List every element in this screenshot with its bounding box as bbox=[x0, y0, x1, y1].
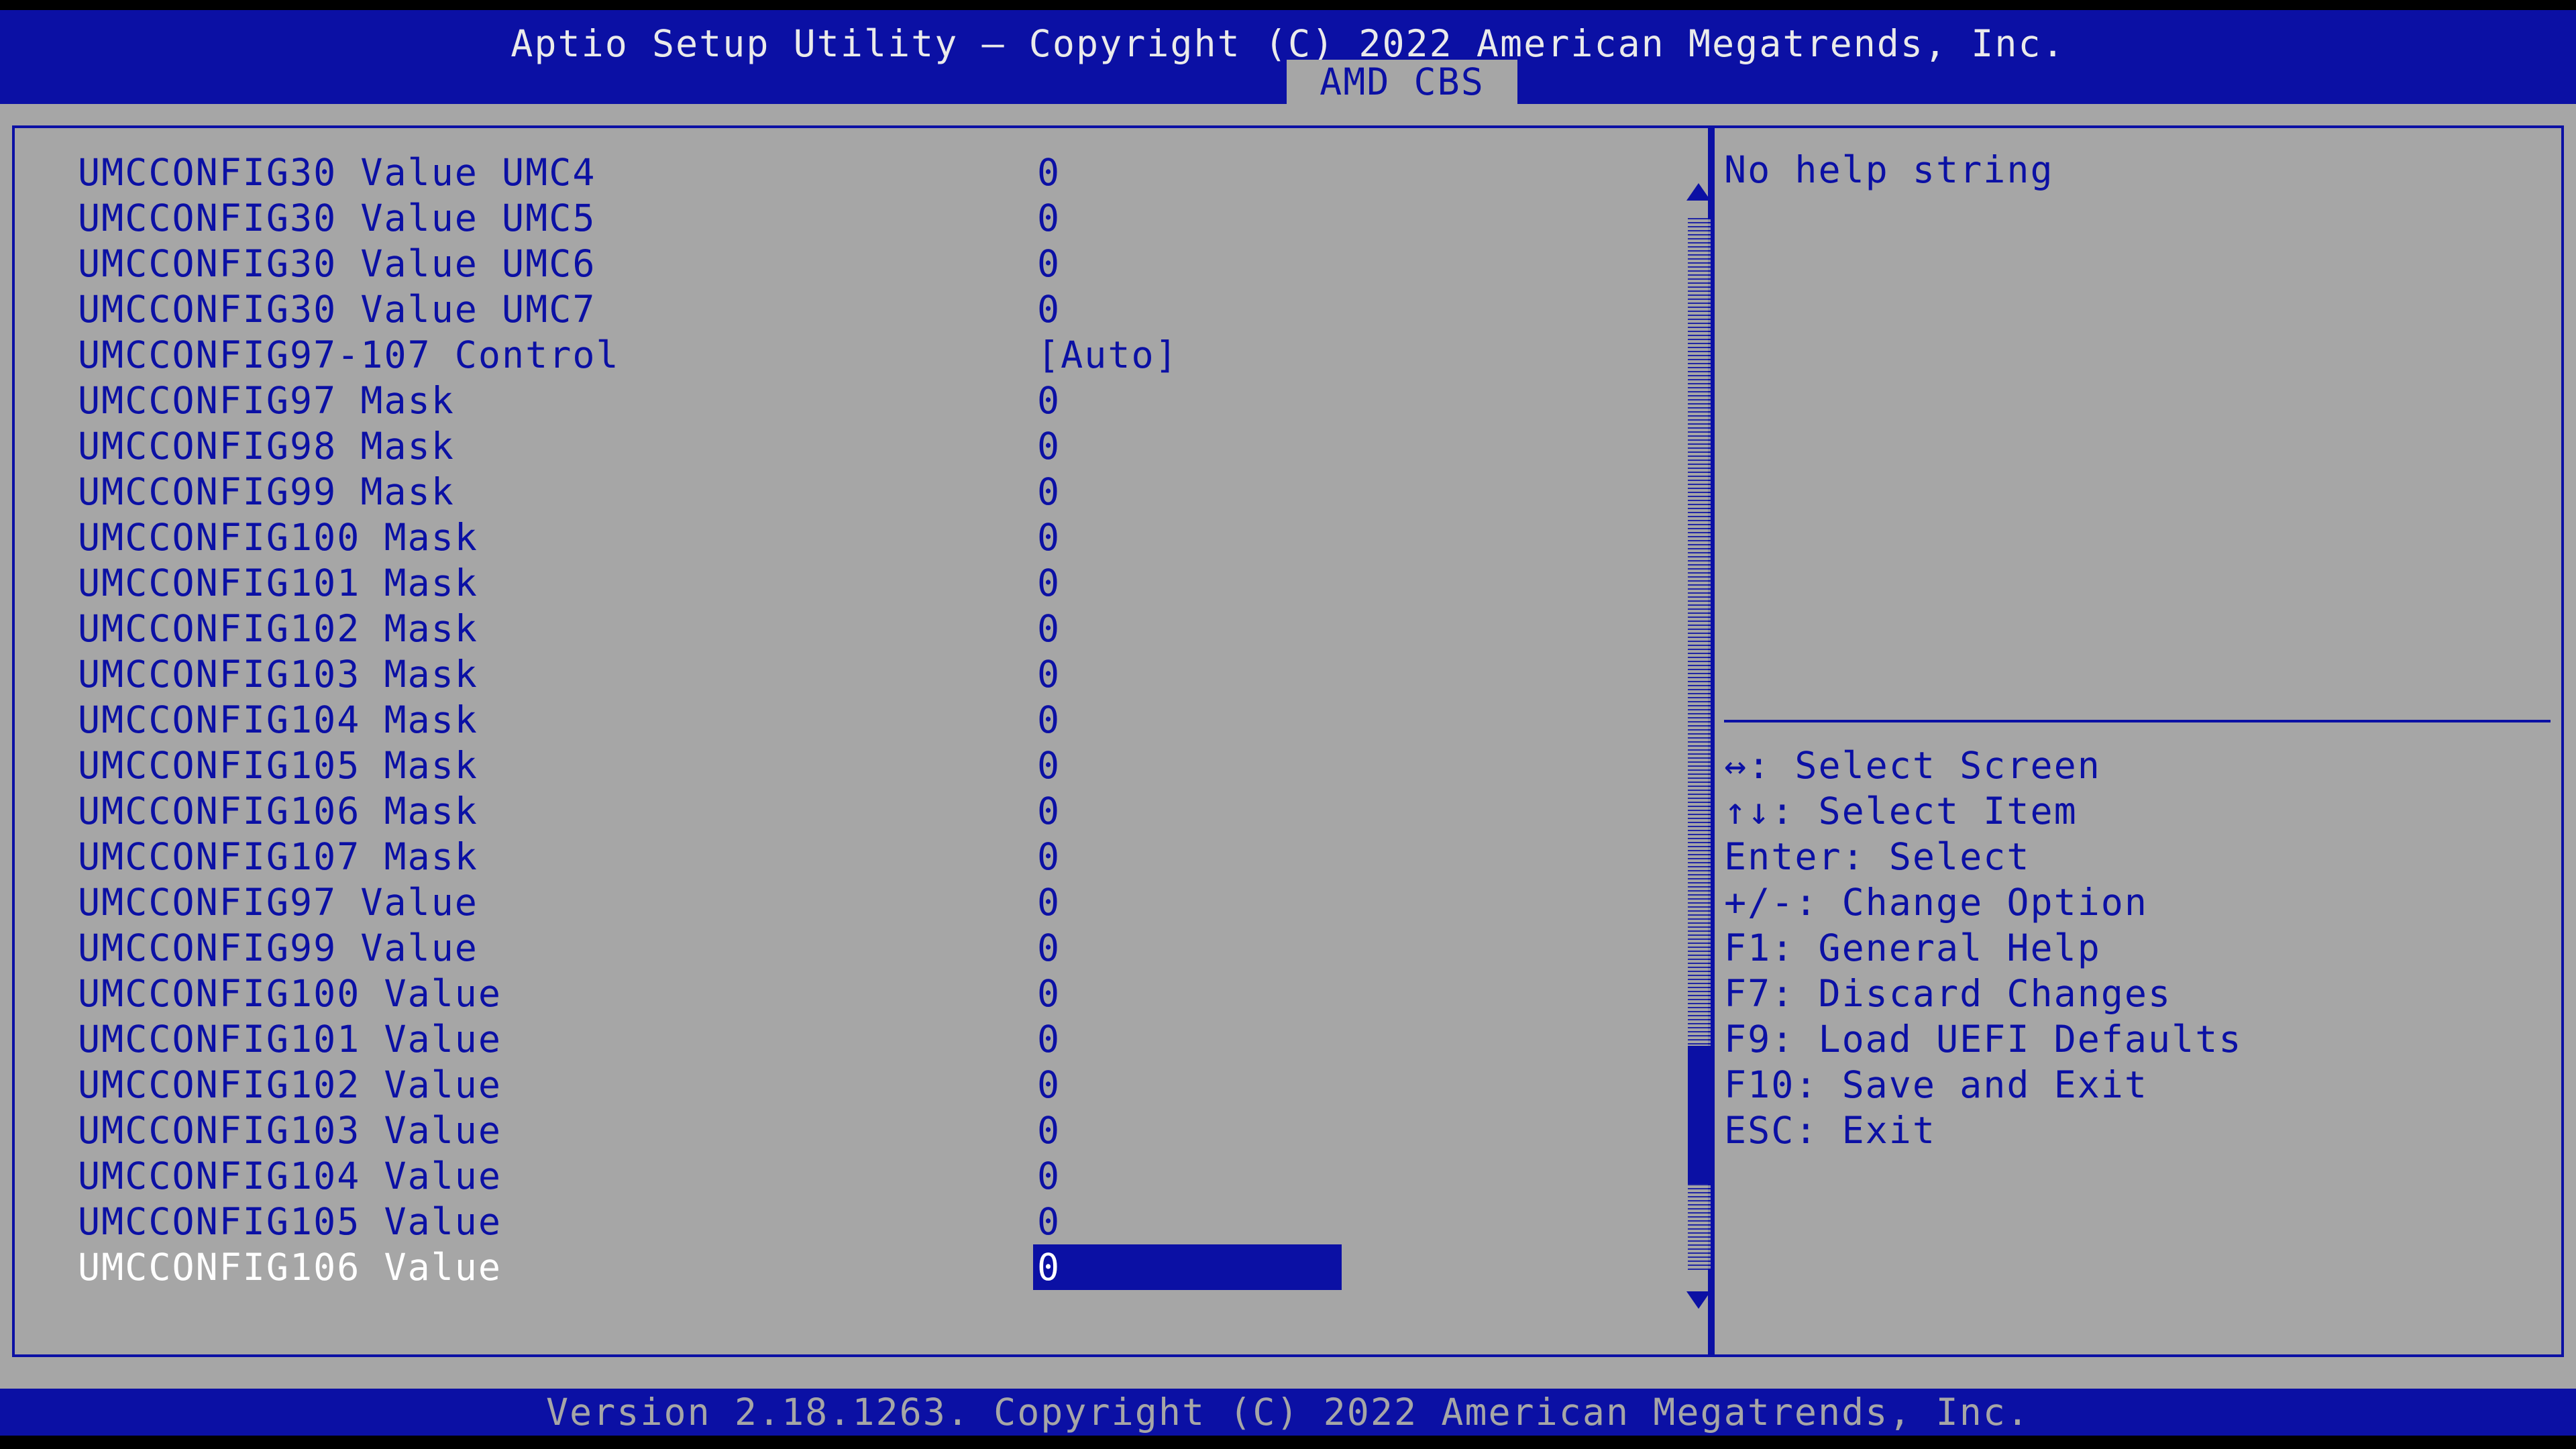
setting-label: UMCCONFIG104 Value bbox=[78, 1155, 502, 1197]
setting-label: UMCCONFIG99 Mask bbox=[78, 470, 455, 513]
setting-row[interactable]: UMCCONFIG30 Value UMC5 0 bbox=[15, 195, 1705, 241]
setting-value[interactable]: 0 bbox=[1033, 150, 1342, 195]
setting-label: UMCCONFIG102 Mask bbox=[78, 607, 478, 650]
setting-label: UMCCONFIG103 Mask bbox=[78, 653, 478, 696]
setting-value[interactable]: 0 bbox=[1033, 743, 1342, 788]
setting-value[interactable]: 0 bbox=[1033, 971, 1342, 1016]
setting-label: UMCCONFIG101 Value bbox=[78, 1018, 502, 1061]
setting-value[interactable]: 0 bbox=[1033, 195, 1342, 241]
setting-label: UMCCONFIG105 Value bbox=[78, 1200, 502, 1243]
setting-row[interactable]: UMCCONFIG97 Mask 0 bbox=[15, 378, 1705, 423]
footer-version: Version 2.18.1263. Copyright (C) 2022 Am… bbox=[0, 1389, 2576, 1436]
key-hint: F7: Discard Changes bbox=[1724, 972, 2172, 1015]
key-hint: F9: Load UEFI Defaults bbox=[1724, 1018, 2243, 1061]
key-hint: Enter: Select bbox=[1724, 835, 2031, 878]
setting-value[interactable]: 0 bbox=[1033, 925, 1342, 971]
key-hint: F1: General Help bbox=[1724, 926, 2101, 969]
setting-label: UMCCONFIG106 Mask bbox=[78, 790, 478, 833]
setting-row[interactable]: UMCCONFIG104 Value 0 bbox=[15, 1153, 1705, 1199]
setting-row[interactable]: UMCCONFIG100 Value 0 bbox=[15, 971, 1705, 1016]
setting-label: UMCCONFIG30 Value UMC7 bbox=[78, 288, 596, 331]
setting-value[interactable]: 0 bbox=[1033, 241, 1342, 286]
setting-value[interactable]: 0 bbox=[1033, 1244, 1342, 1290]
help-panel bbox=[1711, 125, 2564, 1357]
setting-value[interactable]: 0 bbox=[1033, 560, 1342, 606]
setting-row[interactable]: UMCCONFIG97-107 Control [Auto] bbox=[15, 332, 1705, 378]
setting-row[interactable]: UMCCONFIG100 Mask 0 bbox=[15, 515, 1705, 560]
setting-label: UMCCONFIG107 Mask bbox=[78, 835, 478, 878]
setting-label: UMCCONFIG97 Value bbox=[78, 881, 478, 924]
key-hint: ↑↓: Select Item bbox=[1724, 790, 2078, 833]
setting-row[interactable]: UMCCONFIG106 Value 0 bbox=[15, 1244, 1705, 1290]
setting-row[interactable]: UMCCONFIG103 Value 0 bbox=[15, 1108, 1705, 1153]
setting-value[interactable]: [Auto] bbox=[1033, 332, 1342, 378]
header-bar: Aptio Setup Utility – Copyright (C) 2022… bbox=[0, 10, 2576, 104]
scrollbar-thumb[interactable] bbox=[1688, 1046, 1711, 1184]
setting-value[interactable]: 0 bbox=[1033, 834, 1342, 879]
tab-amd-cbs[interactable]: AMD CBS bbox=[1287, 60, 1517, 104]
setting-label: UMCCONFIG100 Value bbox=[78, 972, 502, 1015]
setting-value[interactable]: 0 bbox=[1033, 423, 1342, 469]
setting-label: UMCCONFIG30 Value UMC5 bbox=[78, 197, 596, 239]
setting-row[interactable]: UMCCONFIG105 Mask 0 bbox=[15, 743, 1705, 788]
setting-value[interactable]: 0 bbox=[1033, 1016, 1342, 1062]
setting-row[interactable]: UMCCONFIG101 Mask 0 bbox=[15, 560, 1705, 606]
setting-value[interactable]: 0 bbox=[1033, 1062, 1342, 1108]
setting-value[interactable]: 0 bbox=[1033, 378, 1342, 423]
setting-row[interactable]: UMCCONFIG30 Value UMC7 0 bbox=[15, 286, 1705, 332]
setting-label: UMCCONFIG100 Mask bbox=[78, 516, 478, 559]
setting-label: UMCCONFIG30 Value UMC4 bbox=[78, 151, 596, 194]
setting-row[interactable]: UMCCONFIG30 Value UMC4 0 bbox=[15, 150, 1705, 195]
setting-label: UMCCONFIG99 Value bbox=[78, 926, 478, 969]
setting-row[interactable]: UMCCONFIG102 Value 0 bbox=[15, 1062, 1705, 1108]
setting-label: UMCCONFIG97 Mask bbox=[78, 379, 455, 422]
setting-label: UMCCONFIG30 Value UMC6 bbox=[78, 242, 596, 285]
setting-value[interactable]: 0 bbox=[1033, 286, 1342, 332]
help-text: No help string bbox=[1724, 148, 2054, 191]
setting-value[interactable]: 0 bbox=[1033, 515, 1342, 560]
setting-row[interactable]: UMCCONFIG101 Value 0 bbox=[15, 1016, 1705, 1062]
setting-row[interactable]: UMCCONFIG103 Mask 0 bbox=[15, 651, 1705, 697]
setting-label: UMCCONFIG98 Mask bbox=[78, 425, 455, 468]
setting-value[interactable]: 0 bbox=[1033, 879, 1342, 925]
scroll-up-icon[interactable] bbox=[1686, 183, 1711, 201]
setting-value[interactable]: 0 bbox=[1033, 788, 1342, 834]
key-hint: +/-: Change Option bbox=[1724, 881, 2149, 924]
setting-row[interactable]: UMCCONFIG30 Value UMC6 0 bbox=[15, 241, 1705, 286]
setting-label: UMCCONFIG105 Mask bbox=[78, 744, 478, 787]
setting-row[interactable]: UMCCONFIG105 Value 0 bbox=[15, 1199, 1705, 1244]
setting-row[interactable]: UMCCONFIG104 Mask 0 bbox=[15, 697, 1705, 743]
setting-value[interactable]: 0 bbox=[1033, 469, 1342, 515]
scroll-down-icon[interactable] bbox=[1686, 1291, 1711, 1309]
setting-row[interactable]: UMCCONFIG98 Mask 0 bbox=[15, 423, 1705, 469]
main-area: UMCCONFIG30 Value UMC4 0 UMCCONFIG30 Value… bbox=[0, 104, 2576, 1389]
setting-row[interactable]: UMCCONFIG102 Mask 0 bbox=[15, 606, 1705, 651]
setting-row[interactable]: UMCCONFIG97 Value 0 bbox=[15, 879, 1705, 925]
settings-panel: UMCCONFIG30 Value UMC4 0 UMCCONFIG30 Value… bbox=[12, 125, 1711, 1357]
setting-value[interactable]: 0 bbox=[1033, 697, 1342, 743]
setting-row[interactable]: UMCCONFIG107 Mask 0 bbox=[15, 834, 1705, 879]
bios-screen: Aptio Setup Utility – Copyright (C) 2022… bbox=[0, 0, 2576, 1449]
setting-label: UMCCONFIG104 Mask bbox=[78, 698, 478, 741]
setting-row[interactable]: UMCCONFIG106 Mask 0 bbox=[15, 788, 1705, 834]
setting-label: UMCCONFIG97-107 Control bbox=[78, 333, 620, 376]
setting-value[interactable]: 0 bbox=[1033, 651, 1342, 697]
setting-value[interactable]: 0 bbox=[1033, 1153, 1342, 1199]
setting-value[interactable]: 0 bbox=[1033, 1199, 1342, 1244]
setting-row[interactable]: UMCCONFIG99 Value 0 bbox=[15, 925, 1705, 971]
setting-value[interactable]: 0 bbox=[1033, 1108, 1342, 1153]
setting-label: UMCCONFIG106 Value bbox=[78, 1246, 502, 1289]
setting-value[interactable]: 0 bbox=[1033, 606, 1342, 651]
setting-label: UMCCONFIG103 Value bbox=[78, 1109, 502, 1152]
help-divider bbox=[1724, 720, 2551, 722]
key-hint: F10: Save and Exit bbox=[1724, 1063, 2149, 1106]
key-hint: ESC: Exit bbox=[1724, 1109, 1937, 1152]
setting-label: UMCCONFIG102 Value bbox=[78, 1063, 502, 1106]
setting-row[interactable]: UMCCONFIG99 Mask 0 bbox=[15, 469, 1705, 515]
setting-label: UMCCONFIG101 Mask bbox=[78, 561, 478, 604]
key-hint: ↔: Select Screen bbox=[1724, 744, 2101, 787]
